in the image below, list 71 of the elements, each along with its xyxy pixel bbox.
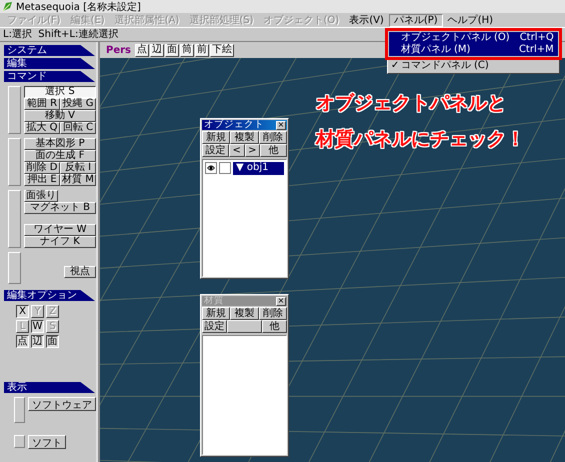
tool-button[interactable]: マグネット B <box>24 202 96 214</box>
object-item[interactable]: ▼ obj1 <box>233 162 284 175</box>
section-header[interactable]: 編集オプション <box>4 290 95 301</box>
panel-button[interactable]: 削除 <box>258 131 287 144</box>
panel-button[interactable]: 新規 <box>202 307 230 320</box>
tool-button[interactable]: 反転 I <box>60 162 96 174</box>
close-button[interactable]: × <box>276 120 286 130</box>
panel-button[interactable]: > <box>244 144 260 157</box>
lock-toggle[interactable] <box>219 162 231 174</box>
window-title: Metasequoia [名称未設定] <box>16 0 141 14</box>
view-toggle-button[interactable]: 下絵 <box>210 44 234 56</box>
menu-item[interactable]: パネル(P) <box>388 14 443 26</box>
view-toggle-button[interactable]: 筒 <box>180 44 194 56</box>
tool-button[interactable]: 投縄 G <box>60 98 96 110</box>
section-header[interactable]: コマンド <box>4 71 95 82</box>
toggle-button[interactable]: W <box>31 320 44 333</box>
panel-button[interactable]: 設定 <box>202 144 229 157</box>
panel-button[interactable]: 設定 <box>202 320 227 333</box>
tool-button[interactable]: 選択 S <box>24 86 96 98</box>
tool-button[interactable]: ワイヤー W <box>24 224 96 236</box>
panel-button[interactable]: 他 <box>260 144 287 157</box>
tool-button[interactable]: 削除 D <box>24 162 60 174</box>
section-header[interactable]: システム <box>4 45 95 56</box>
panel-button[interactable]: 削除 <box>258 307 287 320</box>
toggle-button[interactable]: 辺 <box>31 335 44 348</box>
check-mark: ✓ <box>390 60 400 72</box>
tool-button[interactable]: 押出 E <box>24 174 60 186</box>
option-label: オブジェクトパネル (O) <box>400 32 510 44</box>
tool-button[interactable]: 材質 M <box>60 174 96 186</box>
toggle-button[interactable]: 点 <box>16 335 29 348</box>
eye-icon[interactable] <box>205 162 217 174</box>
tool-button[interactable]: 回転 C <box>60 122 96 134</box>
annotation-text: オブジェクトパネルと <box>316 91 507 116</box>
view-mode-label[interactable]: Pers <box>103 44 134 56</box>
view-toggle-button[interactable]: 辺 <box>150 44 164 56</box>
tool-button[interactable]: 拡大 Q <box>24 122 60 134</box>
render-button[interactable]: ソフト <box>28 435 66 449</box>
toggle-button[interactable]: X <box>16 305 29 318</box>
view-toggle-button[interactable]: 点 <box>135 44 149 56</box>
tool-button[interactable]: 面の生成 F <box>24 150 96 162</box>
leaf-icon <box>2 1 13 12</box>
menu-option[interactable]: ✓ コマンドパネル (C) <box>388 60 558 72</box>
shortcut-label: Ctrl+Q <box>520 32 554 44</box>
menu-option[interactable]: 材質パネル (M) Ctrl+M <box>388 44 558 56</box>
annotation-text: 材質パネルにチェック！ <box>316 127 525 152</box>
section-header[interactable]: 編集 <box>4 58 95 69</box>
tool-button[interactable]: 視点 <box>64 266 96 278</box>
tool-button[interactable]: 基本図形 P <box>24 138 96 150</box>
tool-button[interactable]: 範囲 R <box>24 98 60 110</box>
panel-button[interactable]: < <box>228 144 244 157</box>
panel-button[interactable]: 他 <box>262 320 288 333</box>
view-toggle-button[interactable]: 面 <box>165 44 179 56</box>
menu-item[interactable]: 表示(V) <box>344 14 389 26</box>
toggle-button[interactable]: 面 <box>46 335 59 348</box>
tool-button[interactable]: 面張り <box>24 190 58 202</box>
shortcut-label: Ctrl+M <box>518 44 554 56</box>
tool-button[interactable]: 移動 V <box>24 110 96 122</box>
tool-button[interactable]: ナイフ K <box>24 236 96 248</box>
section-header[interactable]: 表示 <box>4 382 95 393</box>
menu-option[interactable]: オブジェクトパネル (O) Ctrl+Q <box>388 32 558 44</box>
status-hint: L:選択 Shift+L:連続選択 <box>3 29 118 40</box>
menu-item[interactable]: ヘルプ(H) <box>442 14 498 26</box>
view-toggle-button[interactable]: 前 <box>195 44 209 56</box>
option-label: 材質パネル (M) <box>400 44 470 56</box>
panel-button[interactable]: 新規 <box>202 131 230 144</box>
panel-button[interactable]: 複製 <box>230 131 259 144</box>
panel-title: オブジェクト <box>204 120 264 130</box>
render-button[interactable]: ソフトウェア <box>28 397 96 411</box>
close-button[interactable]: × <box>276 296 286 306</box>
panel-button[interactable]: 複製 <box>230 307 259 320</box>
option-label: コマンドパネル (C) <box>400 60 489 72</box>
